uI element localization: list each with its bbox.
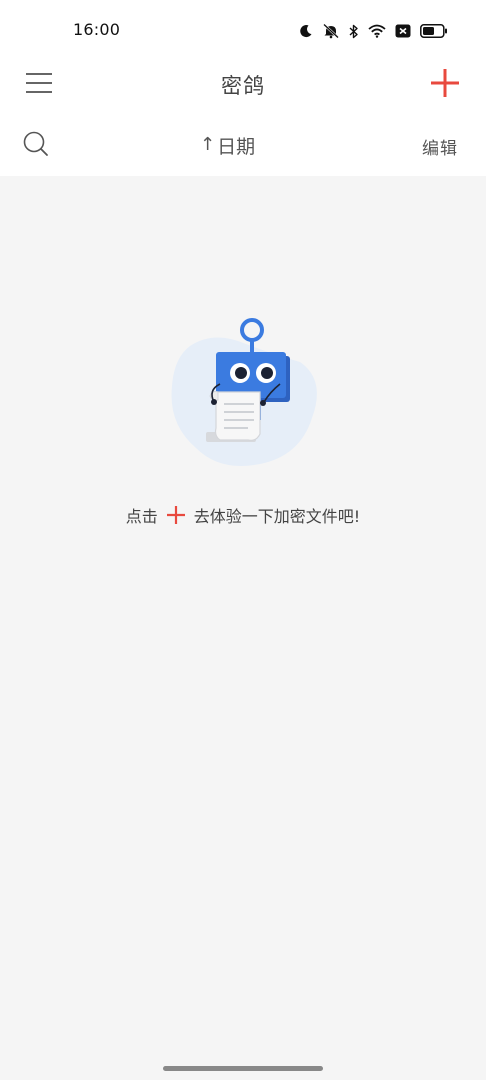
bluetooth-icon xyxy=(349,24,359,39)
status-bar: 16:00 xyxy=(0,0,486,58)
notification-icon xyxy=(395,24,411,38)
sort-arrow-icon: ↑ xyxy=(200,134,216,155)
home-indicator[interactable] xyxy=(163,1066,323,1071)
empty-state-message: 点击 去体验一下加密文件吧! xyxy=(0,503,486,527)
status-time: 16:00 xyxy=(73,20,121,39)
plus-icon[interactable] xyxy=(428,66,462,100)
sort-label: 日期 xyxy=(217,135,256,158)
empty-message-prefix: 点击 xyxy=(125,507,158,526)
battery-icon xyxy=(420,24,448,38)
moon-icon xyxy=(299,24,313,38)
app-header: 密鸽 xyxy=(0,58,486,114)
search-icon[interactable] xyxy=(22,130,50,158)
wifi-icon xyxy=(368,24,386,38)
silent-mode-icon xyxy=(322,23,340,39)
empty-message-suffix: 去体验一下加密文件吧! xyxy=(193,507,361,526)
empty-state-illustration xyxy=(168,316,318,474)
sort-by-date-button[interactable]: ↑ 日期 xyxy=(200,132,290,158)
plus-icon xyxy=(166,505,186,525)
edit-button[interactable]: 编辑 xyxy=(422,134,458,159)
robot-illustration xyxy=(171,318,317,466)
status-icons xyxy=(299,20,448,42)
toolbar: ↑ 日期 编辑 xyxy=(0,114,486,176)
page-title: 密鸽 xyxy=(221,74,265,98)
